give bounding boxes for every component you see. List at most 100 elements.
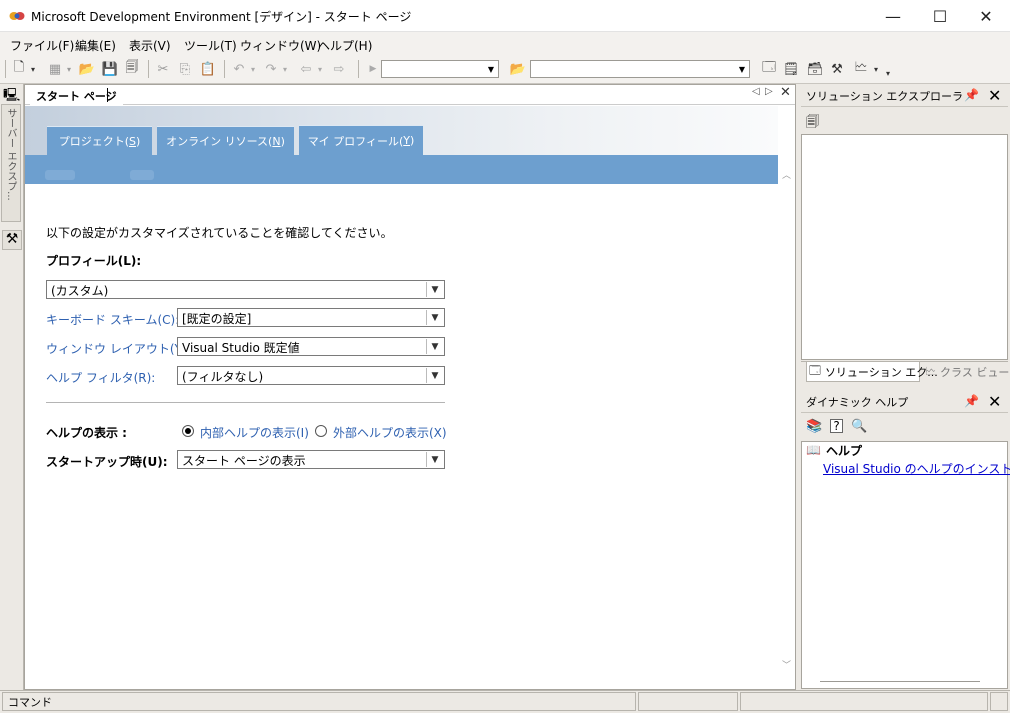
help-filter-label: ヘルプ フィルタ(R): bbox=[46, 371, 156, 385]
tab-online-key: N bbox=[272, 134, 281, 148]
cut-icon[interactable]: ✂ bbox=[154, 60, 172, 78]
find-combo[interactable]: ▼ bbox=[530, 60, 750, 78]
chevron-down-icon: ▼ bbox=[426, 368, 443, 383]
redo-icon[interactable]: ↷ bbox=[262, 60, 280, 78]
close-icon[interactable]: ✕ bbox=[988, 392, 1001, 411]
help-book-icon: 📖 bbox=[806, 443, 821, 457]
solution-explorer-toolbar-icon[interactable]: 🗔 bbox=[760, 60, 778, 78]
toolbox-icon[interactable]: ⚒ bbox=[828, 60, 846, 78]
help-internal-label[interactable]: 内部ヘルプの表示(I) bbox=[200, 424, 309, 441]
banner-decoration bbox=[45, 170, 75, 180]
redo-dropdown-icon[interactable]: ▾ bbox=[280, 60, 290, 78]
start-debug-icon[interactable]: ▶ bbox=[364, 60, 382, 78]
navigate-back-icon[interactable]: ⇦ bbox=[297, 60, 315, 78]
tab-my-profile[interactable]: マイ プロフィール(Y) bbox=[299, 125, 423, 155]
undo-dropdown-icon[interactable]: ▾ bbox=[248, 60, 258, 78]
new-dropdown-icon[interactable]: ▾ bbox=[28, 60, 38, 78]
tab-online-end: ) bbox=[280, 134, 285, 148]
object-browser-icon[interactable]: 🗃 bbox=[806, 60, 824, 78]
solution-tree[interactable] bbox=[801, 134, 1008, 360]
add-item-icon[interactable]: ▦ bbox=[46, 60, 64, 78]
document-close-icon[interactable]: ✕ bbox=[780, 85, 791, 100]
help-install-link[interactable]: Visual Studio のヘルプのインストール bbox=[823, 460, 1010, 477]
help-external-radio[interactable] bbox=[315, 425, 327, 437]
status-command-pane bbox=[2, 692, 636, 711]
menu-help[interactable]: ヘルプ(H) bbox=[318, 37, 372, 54]
paste-icon[interactable]: 📋 bbox=[199, 60, 217, 78]
close-icon[interactable]: ✕ bbox=[988, 86, 1001, 105]
toolbar-grip bbox=[5, 60, 6, 78]
menu-edit[interactable]: 編集(E) bbox=[75, 37, 116, 54]
tab-start-page[interactable]: スタート ページ bbox=[30, 86, 123, 105]
minimize-button[interactable]: — bbox=[870, 0, 916, 32]
help-display-label: ヘルプの表示 : bbox=[46, 426, 127, 440]
add-item-dropdown-icon[interactable]: ▾ bbox=[64, 60, 74, 78]
tab-profile-end: ) bbox=[410, 134, 415, 147]
maximize-button[interactable]: ☐ bbox=[917, 0, 963, 32]
tab-profile-key: Y bbox=[403, 134, 410, 147]
pin-icon[interactable]: 📌 bbox=[964, 394, 979, 408]
document-tabstrip bbox=[25, 85, 795, 105]
help-index-icon[interactable]: ? bbox=[830, 419, 843, 433]
tab-projects[interactable]: プロジェクト(S) bbox=[47, 126, 152, 155]
tab-online-resources[interactable]: オンライン リソース(N) bbox=[157, 126, 294, 155]
scroll-up-icon[interactable]: ︿ bbox=[780, 168, 793, 181]
menu-view[interactable]: 表示(V) bbox=[129, 37, 171, 54]
window-title: Microsoft Development Environment [デザイン]… bbox=[31, 10, 412, 24]
status-pane bbox=[740, 692, 988, 711]
help-contents-icon[interactable]: 📚 bbox=[806, 419, 822, 434]
new-project-icon[interactable]: 🗋 bbox=[10, 60, 28, 78]
class-view-tab-label: クラス ビュー bbox=[940, 366, 1010, 379]
properties-icon[interactable]: 🗒 bbox=[782, 60, 800, 78]
tab-solution-explorer[interactable]: 🗔 ソリューション エク... bbox=[806, 362, 938, 382]
navigate-back-dropdown-icon[interactable]: ▾ bbox=[315, 60, 325, 78]
menu-file[interactable]: ファイル(F) bbox=[10, 37, 74, 54]
class-view-toolbar-icon[interactable]: 🗠 bbox=[852, 60, 870, 78]
save-icon[interactable]: 💾 bbox=[101, 60, 119, 78]
help-filter-select[interactable]: (フィルタなし) ▼ bbox=[177, 366, 445, 385]
class-view-tab-icon: 🗠 bbox=[925, 364, 937, 378]
scroll-down-icon[interactable]: ﹀ bbox=[780, 658, 793, 671]
chevron-down-icon: ▼ bbox=[738, 64, 746, 74]
server-explorer-label: サーバー エクスプ... bbox=[5, 108, 16, 201]
divider bbox=[46, 402, 445, 403]
tab-online-label: オンライン リソース( bbox=[166, 135, 273, 148]
document-scrollbar[interactable] bbox=[778, 106, 795, 689]
tab-scroll-left-icon[interactable]: ◁ bbox=[752, 86, 760, 97]
help-internal-radio[interactable] bbox=[182, 425, 194, 437]
dynamic-help-scrollbar[interactable] bbox=[820, 681, 980, 682]
tab-projects-end: ) bbox=[135, 134, 141, 148]
server-explorer-icon[interactable]: 🖳 bbox=[3, 86, 21, 104]
copy-icon[interactable]: ⎘ bbox=[176, 60, 194, 78]
startup-select[interactable]: スタート ページの表示 ▼ bbox=[177, 450, 445, 469]
tab-scroll-right-icon[interactable]: ▷ bbox=[765, 86, 773, 97]
tab-cursor bbox=[107, 88, 108, 102]
close-button[interactable]: ✕ bbox=[963, 0, 1009, 32]
menu-window[interactable]: ウィンドウ(W) bbox=[240, 37, 321, 54]
size-grip[interactable] bbox=[990, 692, 1008, 711]
keyboard-scheme-select[interactable]: [既定の設定] ▼ bbox=[177, 308, 445, 327]
app-logo-icon bbox=[9, 12, 25, 20]
dynamic-help-title: ダイナミック ヘルプ bbox=[806, 395, 909, 409]
solution-properties-icon[interactable]: 🗐 bbox=[806, 113, 819, 135]
save-all-icon[interactable]: 🗐 bbox=[123, 60, 141, 78]
undo-icon[interactable]: ↶ bbox=[230, 60, 248, 78]
help-section-title: ヘルプ bbox=[826, 444, 863, 458]
toolbar-options-icon[interactable]: ▾ bbox=[883, 64, 893, 82]
pin-icon[interactable]: 📌 bbox=[964, 88, 979, 102]
solution-config-combo[interactable]: ▼ bbox=[381, 60, 499, 78]
help-external-label[interactable]: 外部ヘルプの表示(X) bbox=[333, 424, 447, 441]
open-folder-icon[interactable]: 📂 bbox=[78, 60, 96, 78]
navigate-forward-icon[interactable]: ⇨ bbox=[330, 60, 348, 78]
toolbar-separator bbox=[148, 60, 149, 78]
help-search-icon[interactable]: 🔍 bbox=[851, 419, 867, 434]
find-in-files-icon[interactable]: 📂 bbox=[509, 60, 527, 78]
window-layout-select[interactable]: Visual Studio 既定値 ▼ bbox=[177, 337, 445, 356]
toolbox-tab-icon[interactable]: ⚒ bbox=[2, 230, 22, 250]
profile-select[interactable]: (カスタム) ▼ bbox=[46, 280, 445, 299]
menu-tools[interactable]: ツール(T) bbox=[184, 37, 237, 54]
tab-class-view[interactable]: 🗠 クラス ビュー bbox=[923, 362, 1009, 382]
tab-profile-label: マイ プロフィール( bbox=[307, 134, 404, 148]
tab-projects-label: プロジェクト( bbox=[58, 135, 129, 148]
toolbar-overflow-icon[interactable]: ▾ bbox=[871, 60, 881, 78]
